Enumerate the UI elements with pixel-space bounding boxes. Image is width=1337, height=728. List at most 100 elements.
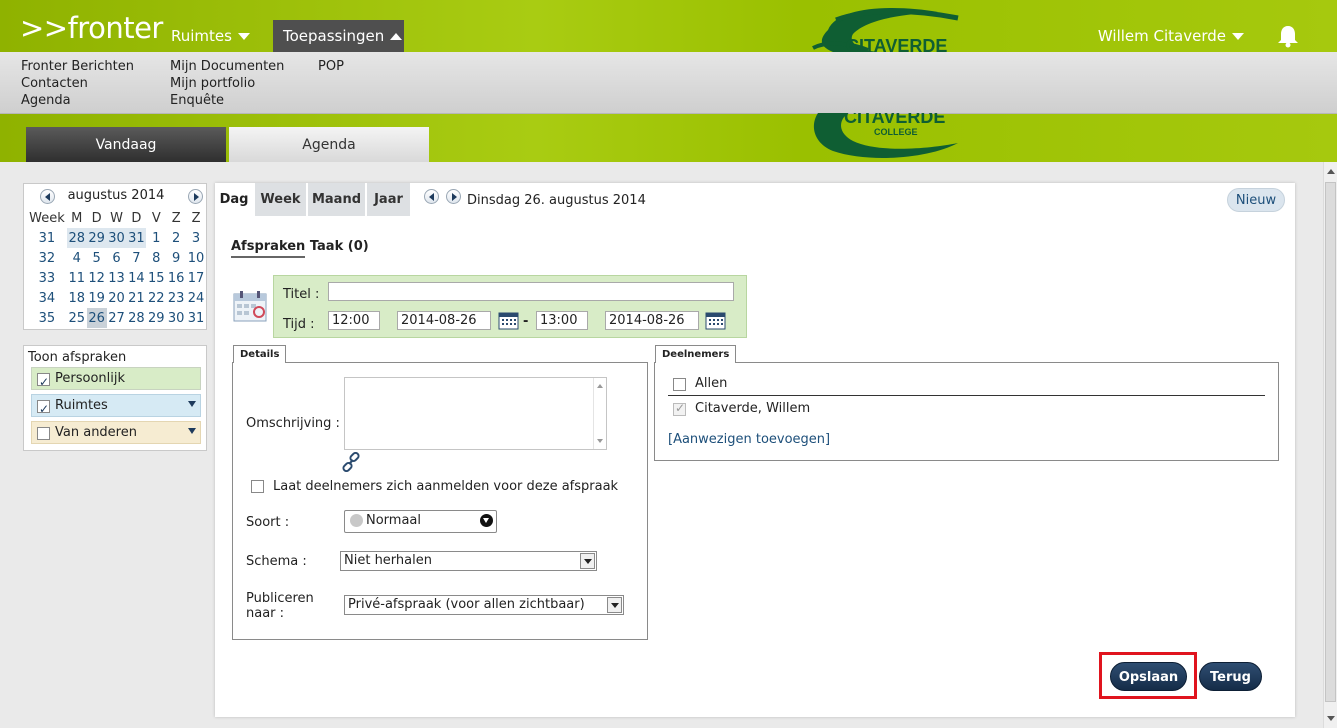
publiceren-label-line1: Publiceren — [246, 591, 314, 606]
cal-day[interactable]: 29 — [86, 228, 107, 248]
link-icon[interactable] — [341, 452, 361, 472]
dropdown-arrow-icon[interactable] — [607, 597, 622, 613]
dropdown-arrow-icon[interactable] — [188, 428, 196, 434]
tab-week[interactable]: Week — [254, 183, 306, 216]
cal-day[interactable]: 16 — [166, 268, 186, 288]
select-all-checkbox[interactable] — [673, 378, 686, 391]
scroll-down-icon[interactable] — [1327, 716, 1335, 721]
cal-day[interactable]: 4 — [67, 248, 87, 268]
filter-persoonlijk[interactable]: Persoonlijk — [31, 367, 201, 393]
calendar-picker-icon[interactable] — [498, 310, 519, 330]
cal-day[interactable]: 22 — [146, 288, 166, 308]
cal-day[interactable]: 12 — [87, 268, 107, 288]
cal-day[interactable]: 7 — [126, 248, 146, 268]
dropdown-circle-icon[interactable] — [480, 514, 493, 527]
cal-day[interactable]: 28 — [66, 228, 87, 248]
subtab-afspraken[interactable]: Afspraken — [231, 239, 306, 258]
cal-day[interactable]: 19 — [87, 288, 107, 308]
tab-maand[interactable]: Maand — [307, 183, 365, 216]
cal-week-number[interactable]: 31 — [27, 228, 67, 248]
details-tab[interactable]: Details — [233, 345, 287, 363]
soort-select[interactable]: Normaal — [344, 510, 497, 533]
start-date-input[interactable]: 2014-08-26 — [397, 311, 491, 330]
cal-day[interactable]: 25 — [67, 308, 87, 328]
cal-day[interactable]: 29 — [146, 308, 166, 328]
cal-week-number[interactable]: 33 — [27, 268, 67, 288]
cal-day-selected[interactable]: 26 — [86, 308, 107, 328]
calendar-picker-icon[interactable] — [705, 310, 726, 330]
dropdown-arrow-icon[interactable] — [580, 553, 595, 569]
nav-ruimtes[interactable]: Ruimtes — [160, 20, 261, 52]
cal-day[interactable]: 11 — [67, 268, 87, 288]
subtab-taak[interactable]: Taak (0) — [310, 239, 369, 254]
cal-day[interactable]: 21 — [126, 288, 146, 308]
cal-day[interactable]: 28 — [126, 308, 146, 328]
cal-day[interactable]: 30 — [106, 228, 127, 248]
cal-day[interactable]: 5 — [87, 248, 107, 268]
schema-select[interactable]: Niet herhalen — [340, 551, 597, 571]
submenu-item-mijn-documenten[interactable]: Mijn Documenten — [170, 58, 284, 75]
tab-dag[interactable]: Dag — [215, 183, 253, 216]
new-button[interactable]: Nieuw — [1227, 188, 1285, 212]
filter-van-anderen-checkbox[interactable] — [37, 427, 50, 440]
cal-week-number[interactable]: 35 — [27, 308, 67, 328]
page-scrollbar[interactable] — [1323, 162, 1337, 728]
cal-day[interactable]: 31 — [186, 308, 206, 328]
tab-jaar[interactable]: Jaar — [366, 183, 410, 216]
submenu-item-contacten[interactable]: Contacten — [21, 75, 134, 92]
nav-toepassingen[interactable]: Toepassingen — [273, 20, 404, 52]
cal-day[interactable]: 24 — [186, 288, 206, 308]
cal-day[interactable]: 1 — [146, 228, 166, 248]
tab-vandaag[interactable]: Vandaag — [26, 127, 226, 162]
submenu-item-agenda[interactable]: Agenda — [21, 92, 134, 109]
filter-ruimtes-checkbox[interactable] — [37, 398, 50, 420]
textarea-scrollbar[interactable] — [593, 378, 606, 449]
cal-week-number[interactable]: 32 — [27, 248, 67, 268]
add-attendees-link[interactable]: [Aanwezigen toevoegen] — [668, 432, 830, 447]
cal-day[interactable]: 2 — [166, 228, 186, 248]
cal-day[interactable]: 3 — [186, 228, 206, 248]
omschrijving-textarea[interactable] — [344, 377, 607, 450]
save-button[interactable]: Opslaan — [1110, 662, 1187, 691]
submenu-item-fronter-berichten[interactable]: Fronter Berichten — [21, 58, 134, 75]
cal-day[interactable]: 30 — [166, 308, 186, 328]
submenu-item-pop[interactable]: POP — [318, 58, 344, 75]
end-date-input[interactable]: 2014-08-26 — [605, 311, 699, 330]
user-menu[interactable]: Willem Citaverde — [1098, 27, 1244, 45]
cal-day[interactable]: 27 — [107, 308, 127, 328]
filter-van-anderen[interactable]: Van anderen — [31, 421, 201, 444]
start-time-input[interactable]: 12:00 — [328, 311, 380, 330]
cal-day[interactable]: 17 — [186, 268, 206, 288]
back-button[interactable]: Terug — [1199, 662, 1262, 691]
cal-day[interactable]: 14 — [126, 268, 146, 288]
bell-icon[interactable] — [1277, 24, 1299, 48]
cal-day[interactable]: 9 — [166, 248, 186, 268]
cal-day[interactable]: 13 — [107, 268, 127, 288]
scroll-thumb[interactable] — [1325, 182, 1336, 702]
filter-persoonlijk-checkbox[interactable] — [37, 371, 50, 393]
tab-agenda[interactable]: Agenda — [229, 127, 429, 162]
submenu-item-mijn-portfolio[interactable]: Mijn portfolio — [170, 75, 284, 92]
cal-day[interactable]: 20 — [107, 288, 127, 308]
titel-input[interactable] — [328, 282, 734, 301]
scroll-up-icon[interactable] — [1327, 169, 1335, 174]
next-month-button[interactable] — [188, 189, 203, 204]
next-day-button[interactable] — [446, 189, 461, 204]
prev-day-button[interactable] — [424, 189, 439, 204]
submenu-item-enquete[interactable]: Enquête — [170, 92, 284, 109]
filter-ruimtes[interactable]: Ruimtes — [31, 394, 201, 420]
cal-day[interactable]: 23 — [166, 288, 186, 308]
participants-tab[interactable]: Deelnemers — [655, 345, 737, 363]
cal-day[interactable]: 31 — [126, 228, 147, 248]
end-time-input[interactable]: 13:00 — [536, 311, 588, 330]
fronter-logo[interactable]: >>fronter — [20, 14, 163, 43]
cal-day[interactable]: 18 — [67, 288, 87, 308]
signup-checkbox[interactable] — [251, 480, 264, 493]
cal-week-number[interactable]: 34 — [27, 288, 67, 308]
cal-day[interactable]: 6 — [107, 248, 127, 268]
cal-day[interactable]: 15 — [146, 268, 166, 288]
cal-day[interactable]: 10 — [186, 248, 206, 268]
dropdown-arrow-icon[interactable] — [188, 401, 196, 407]
publiceren-select[interactable]: Privé-afspraak (voor allen zichtbaar) — [344, 595, 624, 615]
cal-day[interactable]: 8 — [146, 248, 166, 268]
